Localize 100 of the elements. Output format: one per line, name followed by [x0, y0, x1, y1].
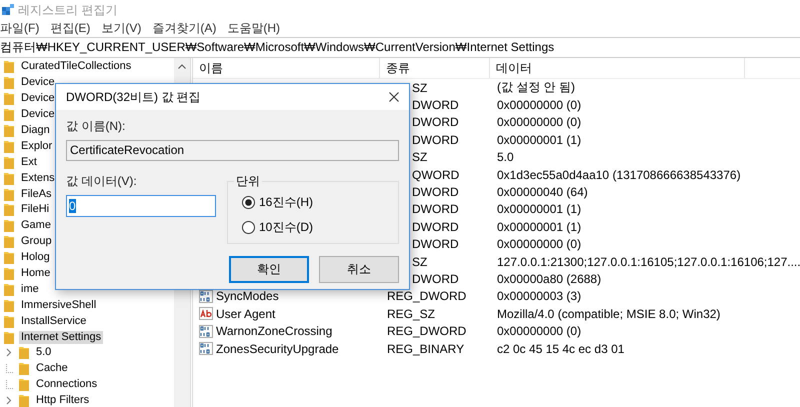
value-data: 5.0	[496, 150, 514, 164]
tree-item[interactable]: Diagn	[19, 124, 52, 137]
value-type: SZ	[411, 150, 428, 164]
tree-item[interactable]: Home	[19, 267, 52, 280]
menu-item[interactable]: 파일(F)	[0, 20, 40, 37]
radio-button[interactable]	[242, 196, 255, 209]
binary-value-icon	[199, 342, 213, 356]
tree-item[interactable]: Internet Settings	[19, 330, 104, 344]
tree-item[interactable]: Explor	[19, 140, 54, 153]
dialog-title: DWORD(32비트) 값 편집	[66, 88, 201, 106]
radio-label[interactable]: 10진수(D)	[259, 219, 314, 236]
value-data: 0x00000000 (0)	[496, 115, 582, 130]
value-type: QWORD	[411, 168, 460, 182]
value-data: 0x00000040 (64)	[496, 185, 588, 200]
value-type: DWORD	[411, 202, 460, 216]
cancel-button[interactable]: 취소	[319, 256, 399, 283]
folder-icon	[19, 394, 29, 407]
value-data: 0x1d3ec55a0d4aa10 (131708666638543376)	[496, 168, 741, 182]
folder-icon	[19, 378, 29, 392]
address-bar[interactable]: 컴퓨터₩HKEY_CURRENT_USER₩Software₩Microsoft₩Windows₩CurrentVersion₩Internet Settings	[0, 39, 554, 56]
folder-icon	[4, 60, 14, 74]
tree-item[interactable]: Connections	[34, 378, 100, 392]
folder-icon	[19, 362, 29, 376]
menu-item[interactable]: 도움말(H)	[227, 20, 280, 37]
value-data: Mozilla/4.0 (compatible; MSIE 8.0; Win32)	[496, 306, 720, 321]
ab-icon	[199, 307, 213, 320]
tree-item[interactable]: Http Filters	[34, 394, 92, 407]
value-type: REG_SZ	[386, 306, 436, 321]
value-type: REG_BINARY	[386, 342, 466, 356]
folder-icon	[4, 330, 14, 344]
tree-item[interactable]: Extens	[19, 172, 57, 185]
folder-icon	[4, 76, 14, 90]
group-title: 단위	[234, 173, 262, 190]
tree-item[interactable]: CuratedTileCollections	[19, 60, 134, 74]
tree-item[interactable]: 5.0	[34, 346, 54, 360]
value-data: 0x00000001 (1)	[496, 202, 582, 216]
value-name[interactable]: User Agent	[216, 306, 276, 321]
folder-icon	[4, 92, 14, 106]
folder-icon	[4, 235, 14, 248]
value-name[interactable]: ZonesSecurityUpgrade	[216, 342, 339, 356]
value-data: 0x00000000 (0)	[496, 324, 582, 338]
folder-icon	[4, 251, 14, 264]
column-header[interactable]: 데이터	[490, 58, 745, 78]
close-icon[interactable]	[389, 92, 399, 102]
registry-icon	[2, 4, 14, 16]
column-header[interactable]: 이름	[193, 58, 380, 78]
tree-item[interactable]: FileAs	[19, 188, 54, 201]
tree-item[interactable]: Group	[19, 235, 54, 248]
value-type: DWORD	[411, 185, 460, 200]
value-type: DWORD	[411, 98, 460, 112]
value-type: SZ	[411, 80, 428, 95]
tree-item[interactable]: ImmersiveShell	[19, 298, 98, 312]
folder-icon	[4, 156, 14, 169]
value-data: 0x00000a80 (2688)	[496, 272, 602, 286]
tree-item[interactable]: Cache	[34, 362, 70, 376]
value-data: 0x00000000 (0)	[496, 98, 582, 112]
folder-icon	[4, 124, 14, 137]
radio-label[interactable]: 16진수(H)	[259, 194, 314, 211]
menu-item[interactable]: 편집(E)	[50, 20, 90, 37]
tree-item[interactable]: Holog	[19, 251, 52, 264]
tree-item[interactable]: Device	[19, 76, 57, 90]
scroll-up-icon[interactable]	[178, 64, 186, 69]
value-type: DWORD	[411, 272, 460, 286]
field-label: 값 데이터(V):	[66, 173, 138, 189]
tree-item[interactable]: InstallService	[19, 314, 88, 328]
folder-icon	[4, 219, 14, 232]
data-field[interactable]: 0	[66, 195, 216, 217]
tree-item[interactable]: Device	[19, 92, 57, 106]
value-data: c2 0c 45 15 4c ec d3 01	[496, 342, 624, 356]
ok-button[interactable]: 확인	[229, 256, 309, 283]
tree-item[interactable]: Ext	[19, 156, 39, 169]
chevron-right-icon[interactable]	[6, 348, 12, 358]
radio-button[interactable]	[242, 221, 255, 234]
folder-icon	[4, 298, 14, 312]
value-type: DWORD	[411, 132, 460, 147]
column-header[interactable]: 종류	[380, 58, 490, 78]
tree-item[interactable]: Device	[19, 108, 57, 122]
value-type: REG_DWORD	[386, 289, 468, 304]
field-label: 값 이름(N):	[66, 118, 126, 134]
binary-value-icon	[199, 324, 213, 338]
folder-icon	[4, 172, 14, 185]
value-name[interactable]: WarnonZoneCrossing	[216, 324, 332, 338]
menu-item[interactable]: 즐겨찾기(A)	[152, 20, 216, 37]
folder-icon	[19, 346, 29, 360]
menu-item[interactable]: 보기(V)	[101, 20, 142, 37]
tree-item[interactable]: Game	[19, 219, 53, 232]
binary-value-icon	[199, 290, 213, 303]
tree-item[interactable]: FileHi	[19, 203, 52, 216]
name-field[interactable]: CertificateRevocation	[66, 140, 399, 161]
tree-item[interactable]: ime	[19, 282, 41, 296]
value-data: (값 설정 안 됨)	[496, 79, 575, 96]
value-name[interactable]: SyncModes	[216, 289, 279, 304]
value-type: DWORD	[411, 115, 460, 130]
folder-icon	[4, 188, 14, 201]
folder-icon	[4, 314, 14, 328]
chevron-right-icon[interactable]	[6, 396, 12, 406]
value-type: REG_DWORD	[386, 324, 468, 338]
folder-icon	[4, 203, 14, 216]
window-title: 레지스트리 편집기	[18, 2, 118, 18]
folder-icon	[4, 282, 14, 296]
